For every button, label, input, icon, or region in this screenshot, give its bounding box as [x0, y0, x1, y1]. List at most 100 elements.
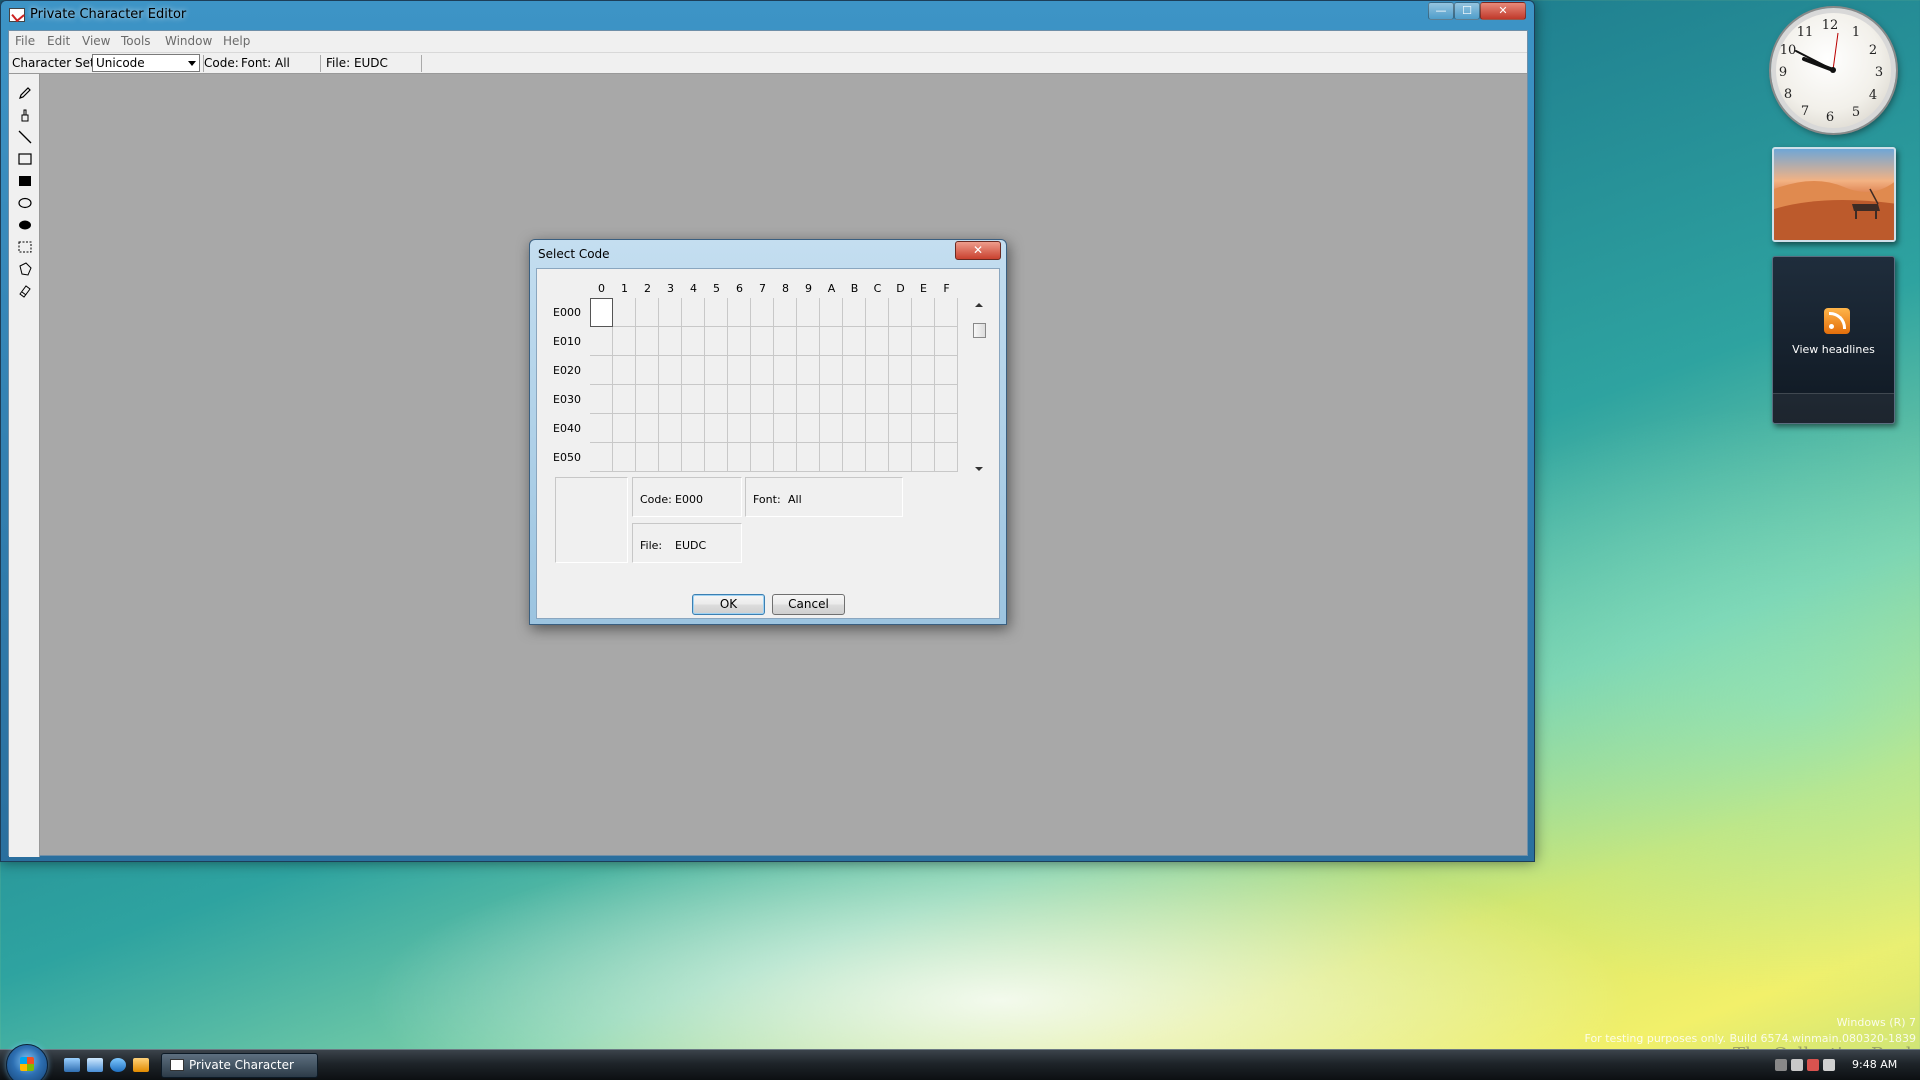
code-cell[interactable]	[843, 298, 866, 327]
code-cell[interactable]	[613, 414, 636, 443]
code-cell[interactable]	[636, 327, 659, 356]
charset-select[interactable]: Unicode	[92, 54, 200, 72]
code-cell[interactable]	[728, 443, 751, 472]
code-cell[interactable]	[912, 327, 935, 356]
code-cell[interactable]	[728, 356, 751, 385]
menu-tools[interactable]: Tools	[121, 34, 151, 48]
hollow-ellipse-icon[interactable]	[16, 194, 34, 212]
code-cell[interactable]	[590, 414, 613, 443]
code-cell[interactable]	[912, 414, 935, 443]
code-cell[interactable]	[935, 443, 958, 472]
code-cell[interactable]	[705, 414, 728, 443]
code-cell[interactable]	[659, 356, 682, 385]
code-cell[interactable]	[774, 327, 797, 356]
code-cell[interactable]	[889, 414, 912, 443]
code-cell[interactable]	[797, 385, 820, 414]
code-cell[interactable]	[705, 356, 728, 385]
media-player-icon[interactable]	[133, 1058, 149, 1072]
pencil-icon[interactable]	[16, 84, 34, 102]
code-cell[interactable]	[912, 356, 935, 385]
code-cell[interactable]	[728, 385, 751, 414]
code-cell[interactable]	[636, 414, 659, 443]
code-cell[interactable]	[590, 298, 613, 327]
code-cell[interactable]	[774, 443, 797, 472]
menu-file[interactable]: File	[15, 34, 35, 48]
scroll-down-icon[interactable]	[975, 467, 983, 471]
minimize-button[interactable]: —	[1428, 2, 1454, 20]
code-cell[interactable]	[728, 327, 751, 356]
code-cell[interactable]	[705, 443, 728, 472]
menu-help[interactable]: Help	[223, 34, 250, 48]
code-cell[interactable]	[820, 385, 843, 414]
line-icon[interactable]	[16, 128, 34, 146]
menu-window[interactable]: Window	[165, 34, 212, 48]
code-cell[interactable]	[797, 443, 820, 472]
code-cell[interactable]	[659, 443, 682, 472]
code-cell[interactable]	[912, 385, 935, 414]
hollow-rectangle-icon[interactable]	[16, 150, 34, 168]
code-cell[interactable]	[636, 385, 659, 414]
code-cell[interactable]	[659, 298, 682, 327]
code-cell[interactable]	[590, 385, 613, 414]
switch-windows-icon[interactable]	[87, 1058, 103, 1072]
eraser-icon[interactable]	[16, 282, 34, 300]
internet-explorer-icon[interactable]	[110, 1058, 126, 1072]
taskbar-button-private-character-editor[interactable]: Private Character Ed...	[161, 1053, 318, 1078]
scroll-up-icon[interactable]	[975, 303, 983, 307]
code-cell[interactable]	[774, 298, 797, 327]
code-cell[interactable]	[590, 356, 613, 385]
grid-scrollbar[interactable]	[971, 300, 988, 474]
code-cell[interactable]	[935, 327, 958, 356]
code-cell[interactable]	[590, 327, 613, 356]
code-cell[interactable]	[843, 356, 866, 385]
code-cell[interactable]	[705, 298, 728, 327]
code-cell[interactable]	[705, 385, 728, 414]
menu-view[interactable]: View	[82, 34, 110, 48]
code-cell[interactable]	[797, 327, 820, 356]
code-cell[interactable]	[935, 356, 958, 385]
code-cell[interactable]	[590, 443, 613, 472]
code-cell[interactable]	[728, 414, 751, 443]
feed-headlines-gadget[interactable]: View headlines	[1772, 256, 1895, 424]
ok-button[interactable]: OK	[692, 594, 765, 615]
clock-gadget[interactable]: 12 1 2 3 4 5 6 7 8 9 10 11	[1771, 8, 1896, 133]
code-cell[interactable]	[820, 298, 843, 327]
brush-icon[interactable]	[16, 106, 34, 124]
code-cell[interactable]	[751, 385, 774, 414]
code-cell[interactable]	[751, 414, 774, 443]
code-cell[interactable]	[682, 327, 705, 356]
code-cell[interactable]	[935, 414, 958, 443]
code-cell[interactable]	[613, 356, 636, 385]
code-cell[interactable]	[682, 414, 705, 443]
code-cell[interactable]	[797, 414, 820, 443]
code-cell[interactable]	[843, 414, 866, 443]
code-cell[interactable]	[682, 385, 705, 414]
code-cell[interactable]	[866, 414, 889, 443]
code-cell[interactable]	[613, 385, 636, 414]
show-hidden-icons-icon[interactable]	[1775, 1059, 1787, 1071]
code-cell[interactable]	[889, 327, 912, 356]
code-cell[interactable]	[820, 414, 843, 443]
code-cell[interactable]	[935, 385, 958, 414]
taskbar-clock[interactable]: 9:48 AM	[1852, 1058, 1897, 1071]
code-cell[interactable]	[682, 298, 705, 327]
code-cell[interactable]	[866, 443, 889, 472]
code-cell[interactable]	[613, 298, 636, 327]
title-bar[interactable]: Private Character Editor — ☐ ✕	[1, 1, 1534, 29]
show-desktop-icon[interactable]	[64, 1058, 80, 1072]
scroll-thumb[interactable]	[973, 323, 986, 338]
code-cell[interactable]	[659, 327, 682, 356]
code-cell[interactable]	[912, 443, 935, 472]
code-cell[interactable]	[866, 298, 889, 327]
code-cell[interactable]	[636, 298, 659, 327]
code-cell[interactable]	[728, 298, 751, 327]
code-cell[interactable]	[889, 356, 912, 385]
code-cell[interactable]	[889, 443, 912, 472]
view-headlines-link[interactable]: View headlines	[1773, 343, 1894, 356]
code-cell[interactable]	[705, 327, 728, 356]
cancel-button[interactable]: Cancel	[772, 594, 845, 615]
rectangular-selection-icon[interactable]	[16, 238, 34, 256]
code-cell[interactable]	[843, 385, 866, 414]
filled-ellipse-icon[interactable]	[16, 216, 34, 234]
code-cell[interactable]	[797, 356, 820, 385]
